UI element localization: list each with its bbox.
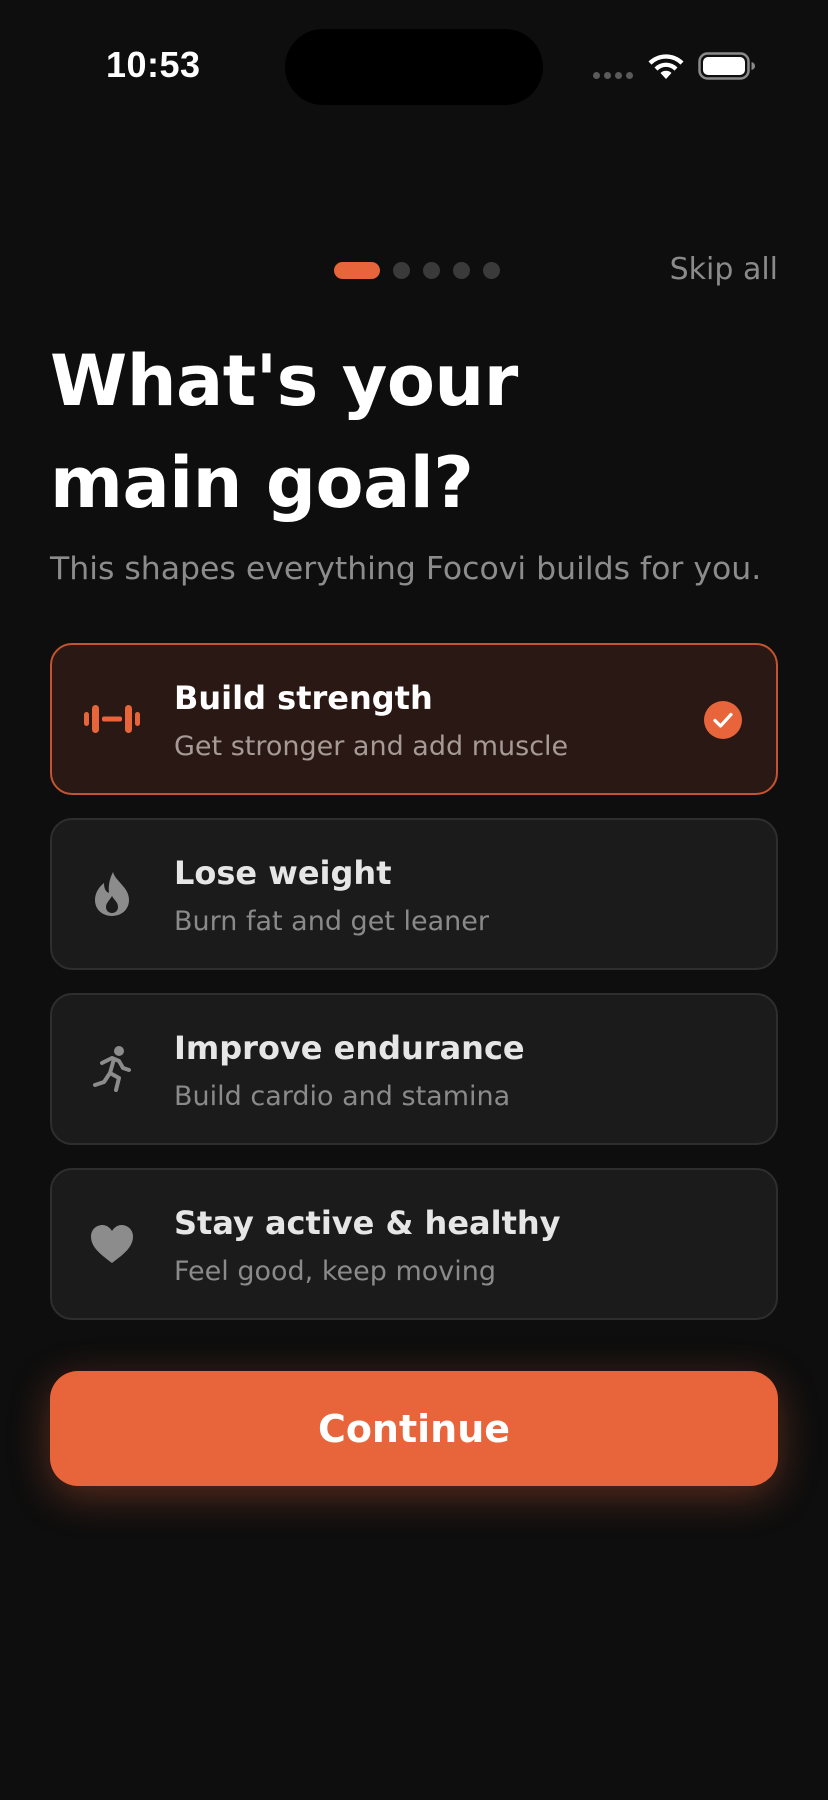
status-time: 10:53: [106, 44, 201, 85]
option-description: Build cardio and stamina: [174, 1081, 511, 1112]
page-title-line1: What's your: [50, 340, 518, 422]
continue-button[interactable]: Continue: [50, 1371, 778, 1486]
page-title-line2: main goal?: [50, 442, 474, 524]
goal-option-build-strength[interactable]: Build strength Get stronger and add musc…: [50, 643, 778, 795]
option-title: Improve endurance: [174, 1029, 525, 1067]
skip-all-button[interactable]: Skip all: [670, 252, 778, 287]
wifi-icon: [648, 54, 684, 79]
option-title: Build strength: [174, 679, 433, 717]
goal-option-lose-weight[interactable]: Lose weight Burn fat and get leaner: [50, 818, 778, 970]
dumbbell-icon: [82, 689, 142, 749]
step-dot: [483, 262, 500, 279]
option-title: Lose weight: [174, 854, 392, 892]
heart-icon: [82, 1214, 142, 1274]
step-dot: [453, 262, 470, 279]
battery-icon: [698, 52, 755, 80]
step-dot: [393, 262, 410, 279]
goal-option-improve-endurance[interactable]: Improve endurance Build cardio and stami…: [50, 993, 778, 1145]
step-dot-active: [334, 262, 380, 279]
goal-option-stay-active[interactable]: Stay active & healthy Feel good, keep mo…: [50, 1168, 778, 1320]
dynamic-island: [285, 29, 543, 105]
page-subtitle: This shapes everything Focovi builds for…: [50, 551, 762, 587]
step-indicator: [334, 262, 500, 279]
flame-icon: [82, 864, 142, 924]
cellular-signal-icon: [593, 72, 633, 79]
option-title: Stay active & healthy: [174, 1204, 561, 1242]
option-description: Feel good, keep moving: [174, 1256, 497, 1287]
goal-options-list: Build strength Get stronger and add musc…: [50, 643, 778, 1343]
running-figure-icon: [82, 1039, 142, 1099]
step-dot: [423, 262, 440, 279]
check-circle-icon: [704, 701, 742, 739]
page-title: What's your main goal?: [50, 330, 730, 534]
option-description: Get stronger and add muscle: [174, 731, 569, 762]
option-description: Burn fat and get leaner: [174, 906, 489, 937]
